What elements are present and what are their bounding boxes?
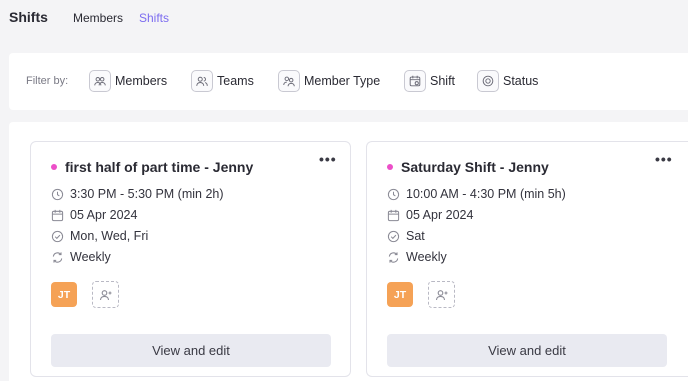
filter-members-label: Members [115,74,168,88]
shift-repeat-row: Weekly [51,250,111,264]
shift-title: first half of part time - Jenny [65,159,254,175]
filter-shift-button[interactable]: Shift [404,69,455,93]
status-dot [51,164,57,170]
add-member-button[interactable] [428,281,455,308]
filter-status-label: Status [503,74,539,88]
more-options-button[interactable]: ••• [655,152,673,166]
shift-days: Mon, Wed, Fri [70,229,149,243]
shift-date-row: 05 Apr 2024 [51,208,137,222]
shift-title: Saturday Shift - Jenny [401,159,549,175]
shift-time: 10:00 AM - 4:30 PM (min 5h) [406,187,566,201]
status-icon [477,70,499,92]
check-circle-icon [51,230,64,242]
shift-time-row: 10:00 AM - 4:30 PM (min 5h) [387,187,566,201]
members-icon [89,70,111,92]
filter-member-type-button[interactable]: Member Type [278,69,380,93]
tab-members[interactable]: Members [73,11,123,25]
shift-days-row: Sat [387,229,425,243]
status-dot [387,164,393,170]
shift-time: 3:30 PM - 5:30 PM (min 2h) [70,187,224,201]
filter-shift-label: Shift [430,74,456,88]
add-user-icon [99,289,111,300]
calendar-icon [51,209,64,221]
shift-time-row: 3:30 PM - 5:30 PM (min 2h) [51,187,224,201]
view-and-edit-button[interactable]: View and edit [387,334,667,367]
check-circle-icon [387,230,400,242]
shift-days-row: Mon, Wed, Fri [51,229,148,243]
filter-teams-label: Teams [217,74,254,88]
filter-label: Filter by: [26,75,69,87]
calendar-icon [387,209,400,221]
filter-status-button[interactable]: Status [477,69,538,93]
shift-card: Saturday Shift - Jenny ••• 10:00 AM - 4:… [366,141,688,377]
avatar[interactable]: JT [387,282,413,307]
calendar-icon [404,70,426,92]
more-options-button[interactable]: ••• [319,152,337,166]
add-member-button[interactable] [92,281,119,308]
shift-repeat: Weekly [406,250,447,264]
filter-members-button[interactable]: Members [89,69,167,93]
card-title-row: first half of part time - Jenny [51,159,253,175]
clock-icon [387,188,400,200]
avatar[interactable]: JT [51,282,77,307]
shift-date-row: 05 Apr 2024 [387,208,473,222]
shift-repeat-row: Weekly [387,250,447,264]
repeat-icon [388,251,399,263]
shift-date: 05 Apr 2024 [406,208,474,222]
view-and-edit-button[interactable]: View and edit [51,334,331,367]
filter-bar: Filter by: Members Teams Member Type Shi… [9,53,688,110]
teams-icon [191,70,213,92]
repeat-icon [52,251,63,263]
top-navigation: Shifts Members Shifts [0,0,688,40]
shift-date: 05 Apr 2024 [70,208,138,222]
clock-icon [51,188,64,200]
tab-shifts[interactable]: Shifts [139,11,169,25]
member-type-icon [278,70,300,92]
shift-card: first half of part time - Jenny ••• 3:30… [30,141,351,377]
filter-member-type-label: Member Type [304,74,381,88]
card-title-row: Saturday Shift - Jenny [387,159,549,175]
filter-teams-button[interactable]: Teams [191,69,254,93]
shift-repeat: Weekly [70,250,111,264]
add-user-icon [435,289,447,300]
page-title: Shifts [9,9,48,25]
shift-days: Sat [406,229,425,243]
